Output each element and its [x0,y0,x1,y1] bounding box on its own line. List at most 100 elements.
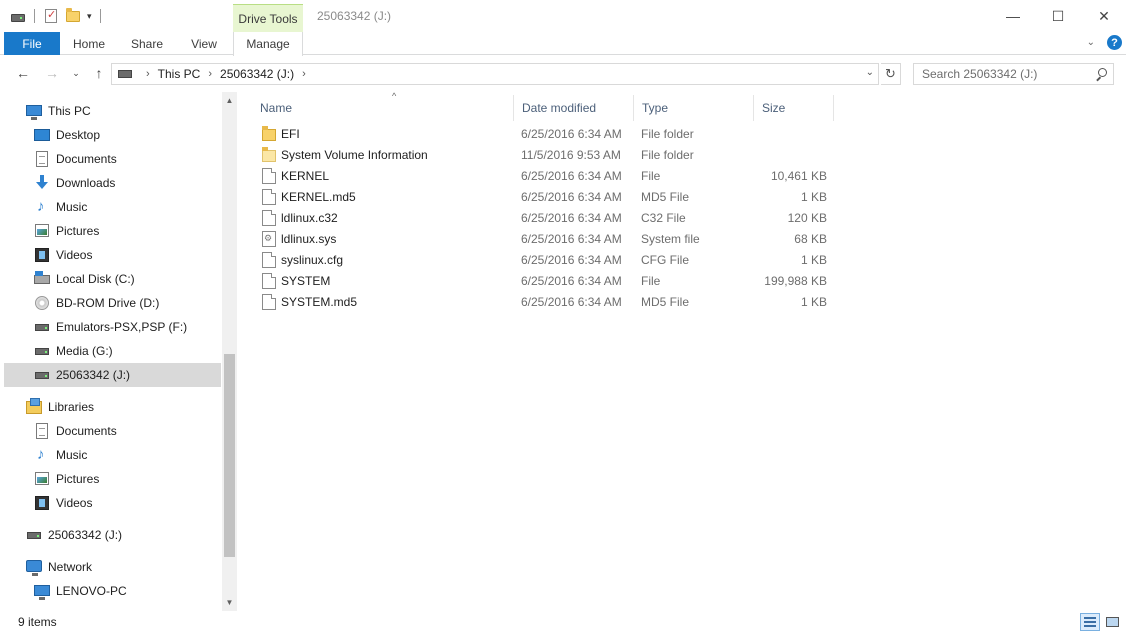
file-row[interactable]: ldlinux.sys 6/25/2016 6:34 AM System fil… [252,228,836,249]
nav-item-label: BD-ROM Drive (D:) [56,296,160,310]
new-folder-icon[interactable] [65,8,81,24]
file-row[interactable]: ldlinux.c32 6/25/2016 6:34 AM C32 File 1… [252,207,836,228]
pictures-icon [34,471,50,487]
drive-icon [34,343,50,359]
recent-locations-icon[interactable]: ⌄ [66,64,86,82]
file-icon [262,273,276,289]
column-header-date[interactable]: Date modified [514,95,634,121]
scrollbar-thumb[interactable] [224,354,235,557]
tab-home[interactable]: Home [60,32,118,55]
file-row[interactable]: SYSTEM 6/25/2016 6:34 AM File 199,988 KB [252,270,836,291]
nav-pane-scrollbar[interactable]: ▲ ▼ [222,92,237,611]
close-button[interactable]: ✕ [1081,0,1126,32]
large-icons-view-button[interactable] [1102,613,1122,631]
chevron-right-icon[interactable]: › [146,68,150,80]
refresh-button[interactable]: ↻ [881,63,901,85]
nav-item-label: 25063342 (J:) [56,368,131,382]
chevron-down-icon[interactable]: ⌄ [866,67,874,78]
file-type: CFG File [641,252,689,267]
tab-share[interactable]: Share [118,32,176,55]
nav-item-lib-videos[interactable]: Videos [4,491,221,515]
file-row[interactable]: syslinux.cfg 6/25/2016 6:34 AM CFG File … [252,249,836,270]
file-date: 11/5/2016 9:53 AM [521,147,621,162]
nav-item-local-disk-c[interactable]: Local Disk (C:) [4,267,221,291]
nav-item-documents[interactable]: Documents [4,147,221,171]
nav-item-libraries[interactable]: Libraries [4,395,221,419]
nav-item-network[interactable]: Network [4,555,221,579]
search-box[interactable] [913,63,1114,85]
nav-item-downloads[interactable]: Downloads [4,171,221,195]
ribbon-tabs: File Home Share View Manage ⌄ ? [0,32,1126,56]
downloads-icon [34,175,50,191]
details-view-button[interactable] [1080,613,1100,631]
file-size: 10,461 KB [770,168,827,183]
breadcrumb-this-pc[interactable]: This PC [158,67,201,81]
scroll-up-icon[interactable]: ▲ [222,92,237,109]
chevron-right-icon[interactable]: › [302,68,306,80]
column-header-name[interactable]: Name ^ [252,91,514,121]
file-row[interactable]: SYSTEM.md5 6/25/2016 6:34 AM MD5 File 1 … [252,291,836,312]
file-name: SYSTEM.md5 [281,294,358,309]
file-row[interactable]: KERNEL.md5 6/25/2016 6:34 AM MD5 File 1 … [252,186,836,207]
file-icon [262,168,276,184]
column-header-label: Type [642,101,669,115]
properties-icon[interactable] [43,8,59,24]
maximize-button[interactable]: ☐ [1035,0,1081,32]
nav-item-desktop[interactable]: Desktop [4,123,221,147]
nav-item-lib-pictures[interactable]: Pictures [4,467,221,491]
nav-item-pictures[interactable]: Pictures [4,219,221,243]
scroll-down-icon[interactable]: ▼ [222,594,237,611]
column-header-label: Size [762,101,786,115]
file-row[interactable]: KERNEL 6/25/2016 6:34 AM File 10,461 KB [252,165,836,186]
file-list: Name ^ Date modified Type Size EFI 6/25/… [240,91,1126,611]
back-button[interactable]: ← [13,64,33,82]
tab-file[interactable]: File [4,32,60,55]
address-bar[interactable]: › This PC › 25063342 (J:) › ⌄ [111,63,879,85]
column-header-size[interactable]: Size [754,95,834,121]
up-button[interactable]: ↑ [89,64,109,82]
nav-item-this-pc[interactable]: This PC [4,99,221,123]
file-row[interactable]: EFI 6/25/2016 6:34 AM File folder [252,123,836,144]
file-type: File folder [641,147,694,162]
nav-item-videos[interactable]: Videos [4,243,221,267]
music-icon: ♪ [37,198,45,215]
nav-item-label: Videos [56,496,93,510]
drive-tools-label: Drive Tools [233,4,303,32]
help-icon[interactable]: ? [1107,35,1122,50]
file-row[interactable]: System Volume Information 11/5/2016 9:53… [252,144,836,165]
file-date: 6/25/2016 6:34 AM [521,126,622,141]
nav-item-lib-music[interactable]: ♪ Music [4,443,221,467]
breadcrumb-drive[interactable]: 25063342 (J:) [220,67,294,81]
nav-item-label: Downloads [56,176,116,190]
nav-item-lib-documents[interactable]: Documents [4,419,221,443]
expand-ribbon-icon[interactable]: ⌄ [1087,37,1095,48]
minimize-button[interactable]: — [990,0,1036,32]
tab-view[interactable]: View [176,32,232,55]
nav-item-music[interactable]: ♪ Music [4,195,221,219]
nav-item-drive-j-root[interactable]: 25063342 (J:) [4,523,221,547]
nav-item-drive-j[interactable]: 25063342 (J:) [4,363,221,387]
search-input[interactable] [914,67,1089,81]
forward-button[interactable]: → [42,64,62,82]
pc-icon [34,583,50,600]
file-date: 6/25/2016 6:34 AM [521,252,622,267]
nav-item-lenovo-pc[interactable]: LENOVO-PC [4,579,221,603]
divider [99,9,101,23]
search-icon [1095,68,1107,80]
file-date: 6/25/2016 6:34 AM [521,189,622,204]
customize-toolbar-icon[interactable]: ▾ [87,11,92,22]
nav-item-label: LENOVO-PC [56,584,127,598]
nav-item-emulators-f[interactable]: Emulators-PSX,PSP (F:) [4,315,221,339]
details-view-icon [1084,617,1096,627]
nav-item-label: Network [48,560,93,574]
file-size: 1 KB [800,294,827,309]
nav-item-bd-rom-d[interactable]: BD-ROM Drive (D:) [4,291,221,315]
pictures-icon [34,223,50,239]
nav-item-media-g[interactable]: Media (G:) [4,339,221,363]
file-name: EFI [281,126,300,141]
column-header-type[interactable]: Type [634,95,754,121]
videos-icon [34,495,50,511]
tab-manage[interactable]: Manage [233,32,303,56]
chevron-right-icon[interactable]: › [208,68,212,80]
file-type: MD5 File [641,294,690,309]
